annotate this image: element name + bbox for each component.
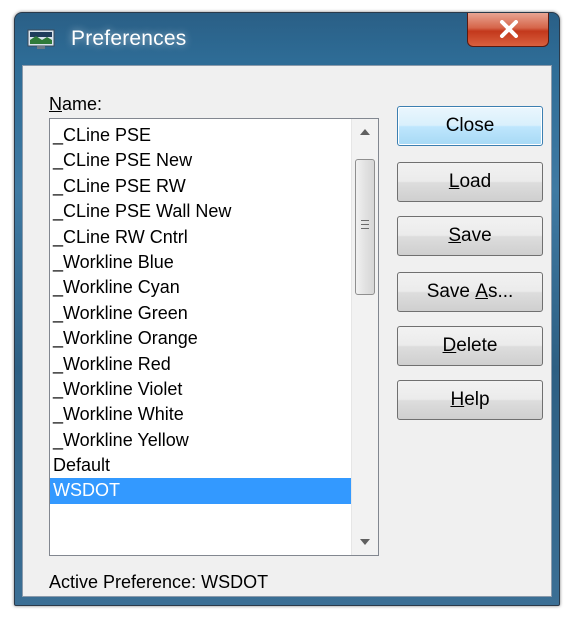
save-as-button[interactable]: Save As... — [397, 272, 543, 312]
list-item[interactable]: _Workline Red — [50, 352, 356, 377]
list-item[interactable]: _CLine PSE — [50, 123, 356, 148]
title-bar[interactable]: Preferences — [15, 13, 559, 65]
chevron-down-icon — [360, 539, 370, 545]
save-button[interactable]: Save — [397, 216, 543, 256]
active-preference-label: Active Preference: — [49, 572, 197, 592]
list-item[interactable]: WSDOT — [50, 478, 356, 504]
close-button-label: Close — [445, 115, 495, 136]
list-item[interactable]: _CLine PSE RW — [50, 174, 356, 199]
preferences-list: _CLine PSE _CLine PSE New _CLine PSE RW _CL… — [50, 123, 356, 504]
close-icon — [500, 20, 518, 38]
list-item[interactable]: _CLine PSE New — [50, 148, 356, 173]
load-button-label: oad — [459, 171, 492, 192]
name-label-accel: N — [49, 94, 62, 114]
save-as-button-label: s... — [487, 281, 514, 302]
active-preference: Active Preference: WSDOT — [49, 572, 268, 593]
save-button-accel: S — [448, 225, 462, 246]
help-button-label: elp — [464, 389, 490, 410]
list-item[interactable]: _Workline Orange — [50, 326, 356, 351]
window-close-button[interactable] — [467, 13, 549, 47]
scroll-thumb[interactable] — [355, 159, 375, 295]
thumb-grip-icon — [361, 220, 369, 232]
close-button[interactable]: Close — [397, 106, 543, 146]
preferences-app-icon — [27, 27, 55, 51]
load-button[interactable]: Load — [397, 162, 543, 202]
list-item[interactable]: _Workline Green — [50, 301, 356, 326]
delete-button[interactable]: Delete — [397, 326, 543, 366]
save-button-label: ave — [461, 225, 492, 246]
list-item[interactable]: _Workline White — [50, 402, 356, 427]
list-item[interactable]: Default — [50, 453, 356, 478]
list-scrollbar[interactable] — [351, 119, 378, 555]
preferences-dialog: Preferences Name: _CLine PSE _CLine PSE N… — [14, 12, 560, 606]
load-button-accel: L — [448, 171, 460, 192]
name-label: Name: — [49, 94, 102, 115]
active-preference-value: WSDOT — [201, 572, 269, 592]
list-item[interactable]: _Workline Violet — [50, 377, 356, 402]
delete-button-label: elete — [456, 335, 498, 356]
name-label-post: ame: — [62, 94, 103, 114]
help-button[interactable]: Help — [397, 380, 543, 420]
help-button-accel: H — [450, 389, 465, 410]
save-as-button-accel: A — [475, 281, 488, 302]
window-title: Preferences — [71, 27, 187, 50]
delete-button-accel: D — [442, 335, 457, 356]
list-item[interactable]: _Workline Cyan — [50, 275, 356, 300]
list-item[interactable]: _CLine PSE Wall New — [50, 199, 356, 224]
save-as-button-pre: Save — [426, 281, 476, 302]
preferences-listbox[interactable]: _CLine PSE _CLine PSE New _CLine PSE RW _CL… — [49, 118, 379, 556]
scroll-down-button[interactable] — [352, 529, 378, 555]
dialog-client-area: Name: _CLine PSE _CLine PSE New _CLine PSE… — [22, 65, 552, 597]
scroll-up-button[interactable] — [352, 119, 378, 145]
chevron-up-icon — [360, 129, 370, 135]
list-item[interactable]: _Workline Blue — [50, 250, 356, 275]
list-item[interactable]: _Workline Yellow — [50, 428, 356, 453]
list-item[interactable]: _CLine RW Cntrl — [50, 225, 356, 250]
